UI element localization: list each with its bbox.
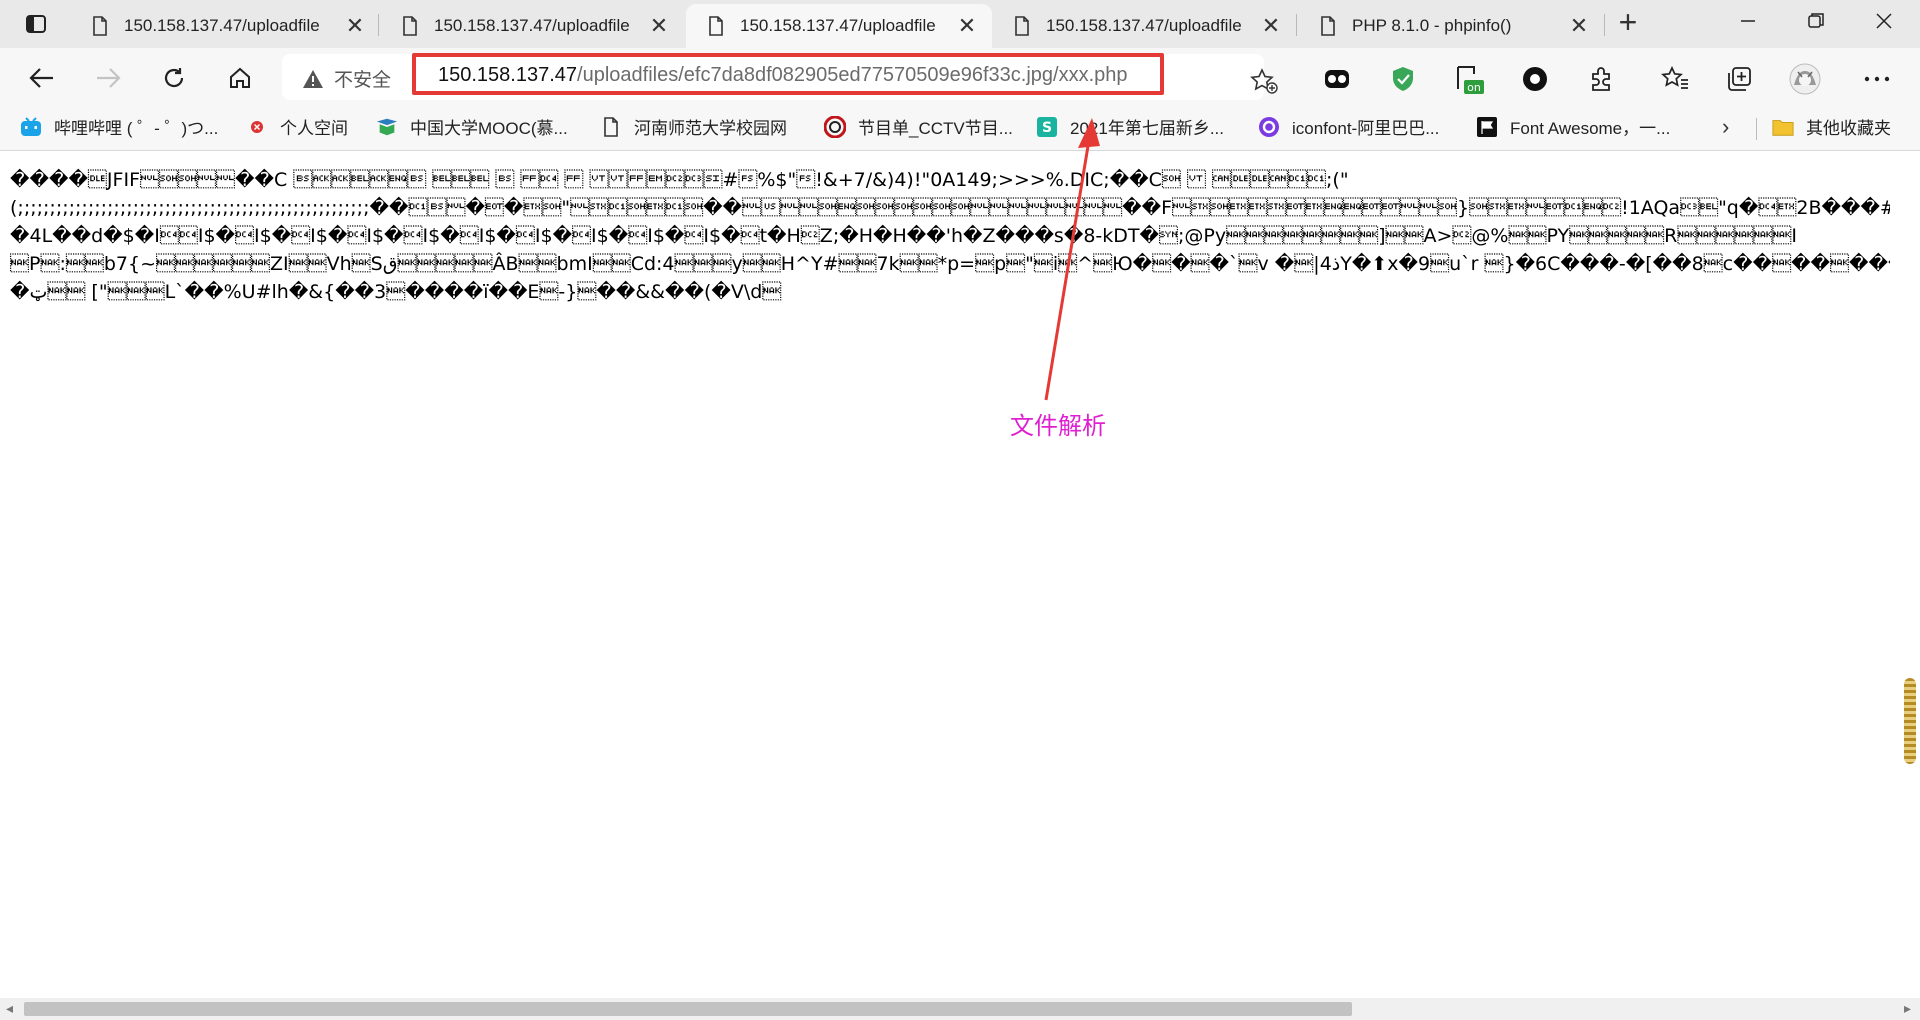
tab-actions-icon[interactable] — [14, 10, 58, 38]
bookmark-iconfont[interactable]: iconfont-阿里巴巴... — [1258, 114, 1439, 139]
vertical-scrollbar-thumb[interactable] — [1904, 678, 1916, 764]
add-favorite-button[interactable] — [1250, 68, 1278, 99]
new-tab-button[interactable]: + — [1610, 6, 1646, 40]
horizontal-scrollbar[interactable]: ◂ ▸ — [0, 998, 1920, 1020]
bookmark-font-awesome[interactable]: Font Awesome，一... — [1476, 114, 1670, 139]
star-plus-icon — [1250, 68, 1278, 94]
bookmark-xinxiang[interactable]: S 2021年第七届新乡... — [1036, 114, 1224, 139]
bookmark-label: 个人空间 — [280, 119, 348, 138]
profile-avatar[interactable] — [1788, 62, 1822, 96]
bookmark-label: 中国大学MOOC(慕... — [410, 119, 568, 138]
page-icon — [1015, 16, 1029, 36]
other-bookmarks-label: 其他收藏夹 — [1806, 119, 1891, 138]
bookmark-henan-normal[interactable]: 河南师范大学校园网 — [600, 114, 787, 139]
tab-title: PHP 8.1.0 - phpinfo() — [1352, 16, 1512, 35]
tab-3-active[interactable]: 150.158.137.47/uploadfile ✕ — [686, 4, 992, 48]
tab-title: 150.158.137.47/uploadfile — [740, 16, 936, 35]
close-window-button[interactable] — [1864, 10, 1904, 38]
tab-title: 150.158.137.47/uploadfile — [434, 16, 630, 35]
bookmark-label: 哔哩哔哩 ( ゜- ゜)つ... — [54, 119, 219, 138]
url-text[interactable]: 150.158.137.47/uploadfiles/efc7da8df0829… — [438, 64, 1128, 87]
scroll-right-icon[interactable]: ▸ — [1904, 1000, 1911, 1017]
raw-file-content: ����JFIF   ��C     # … — [10, 166, 1890, 306]
close-tab-icon[interactable]: ✕ — [1568, 13, 1590, 39]
bookmark-bilibili[interactable]: 哔哩哔哩 ( ゜- ゜)つ... — [20, 114, 218, 139]
close-tab-icon[interactable]: ✕ — [344, 13, 366, 39]
flag-icon — [1476, 116, 1498, 138]
tab-strip: 150.158.137.47/uploadfile ✕ 150.158.137.… — [0, 0, 1920, 48]
close-tab-icon[interactable]: ✕ — [956, 13, 978, 39]
page-icon — [709, 16, 723, 36]
home-button[interactable] — [220, 60, 260, 96]
other-bookmarks-folder[interactable]: 其他收藏夹 — [1772, 114, 1891, 139]
forward-button[interactable] — [88, 60, 128, 96]
navigation-bar: 不安全 150.158.137.47/uploadfiles/efc7da8df… — [0, 48, 1920, 106]
shield-icon[interactable] — [1386, 62, 1420, 96]
bookmark-label: Font Awesome，一... — [1510, 119, 1671, 138]
tab-5[interactable]: PHP 8.1.0 - phpinfo() ✕ — [1298, 4, 1604, 48]
red-dot-icon — [246, 116, 268, 138]
horizontal-scrollbar-thumb[interactable] — [24, 1002, 1352, 1016]
close-tab-icon[interactable]: ✕ — [648, 13, 670, 39]
favorites-icon[interactable] — [1658, 62, 1692, 96]
refresh-button[interactable] — [154, 60, 194, 96]
scroll-left-icon[interactable]: ◂ — [6, 1000, 13, 1017]
chevron-right-icon[interactable]: › — [1722, 114, 1729, 140]
content-line: ����JFIF   ��C     # … — [10, 169, 1349, 191]
url-path: /uploadfiles/efc7da8df082905ed77570509e9… — [577, 64, 1128, 86]
content-line: �4L��d�$�II$�I$�I$�I$�I$�I$�I$�… — [10, 225, 1797, 247]
home-icon — [230, 67, 250, 88]
forward-arrow-icon — [97, 68, 121, 88]
url-host: 150.158.137.47 — [438, 64, 578, 86]
tab-4[interactable]: 150.158.137.47/uploadfile ✕ — [992, 4, 1296, 48]
back-button[interactable] — [22, 60, 62, 96]
bookmark-personal-space[interactable]: 个人空间 — [246, 114, 348, 139]
bookmark-mooc[interactable]: 中国大学MOOC(慕... — [376, 114, 568, 139]
back-arrow-icon — [29, 68, 53, 88]
refresh-icon — [164, 68, 184, 88]
page-icon — [1321, 16, 1335, 36]
collections-icon[interactable] — [1722, 62, 1756, 96]
page-icon — [600, 116, 622, 138]
minimize-button[interactable] — [1728, 10, 1768, 38]
tab-title: 150.158.137.47/uploadfile — [124, 16, 320, 35]
annotation-arrow — [1044, 118, 1100, 401]
circle-extension-icon[interactable] — [1518, 62, 1552, 96]
annotation-label: 文件解析 — [1010, 412, 1106, 440]
bookmarks-divider — [1756, 118, 1757, 140]
mooc-icon — [376, 116, 398, 138]
content-line: (;;;;;;;;;;;;;;;;;;;;;;;;;;;;;;;;;;;;;;;… — [10, 197, 1890, 219]
security-label: 不安全 — [334, 70, 392, 91]
content-line: �ټ ["L`��%U#lh�&{��3����ï��E-}��… — [10, 281, 782, 303]
content-line: P:b7{~ZIVhSقÂBbmIC… — [10, 253, 1890, 275]
bookmark-label: 节目单_CCTV节目... — [858, 119, 1013, 138]
tab-2[interactable]: 150.158.137.47/uploadfile ✕ — [380, 4, 684, 48]
address-bar[interactable]: 不安全 150.158.137.47/uploadfiles/efc7da8df… — [282, 53, 1278, 100]
bookmarks-bar: 哔哩哔哩 ( ゜- ゜)つ... 个人空间 中国大学MOOC(慕... 河南师范… — [0, 106, 1920, 151]
extension-icon-1[interactable] — [1320, 62, 1354, 96]
svg-text:S: S — [1042, 120, 1052, 136]
extensions-puzzle-icon[interactable] — [1584, 62, 1618, 96]
extension-on-icon[interactable]: on — [1452, 62, 1486, 96]
bilibili-icon — [20, 116, 42, 138]
page-icon — [93, 16, 107, 36]
bookmark-label: 河南师范大学校园网 — [634, 119, 787, 138]
bookmark-label: 2021年第七届新乡... — [1070, 119, 1224, 138]
bookmark-cctv[interactable]: 节目单_CCTV节目... — [824, 114, 1013, 139]
folder-icon — [1772, 116, 1794, 138]
s-icon: S — [1036, 116, 1058, 138]
warning-icon — [303, 69, 323, 88]
page-icon — [403, 16, 417, 36]
more-menu-icon[interactable] — [1860, 62, 1894, 96]
iconfont-icon — [1258, 116, 1280, 138]
bookmark-label: iconfont-阿里巴巴... — [1292, 119, 1440, 138]
svg-text:on: on — [1467, 81, 1481, 94]
close-tab-icon[interactable]: ✕ — [1260, 13, 1282, 39]
tab-1[interactable]: 150.158.137.47/uploadfile ✕ — [70, 4, 380, 48]
tab-title: 150.158.137.47/uploadfile — [1046, 16, 1242, 35]
cctv-icon — [824, 115, 846, 138]
restore-button[interactable] — [1796, 10, 1836, 38]
site-security-indicator[interactable]: 不安全 — [302, 65, 391, 92]
